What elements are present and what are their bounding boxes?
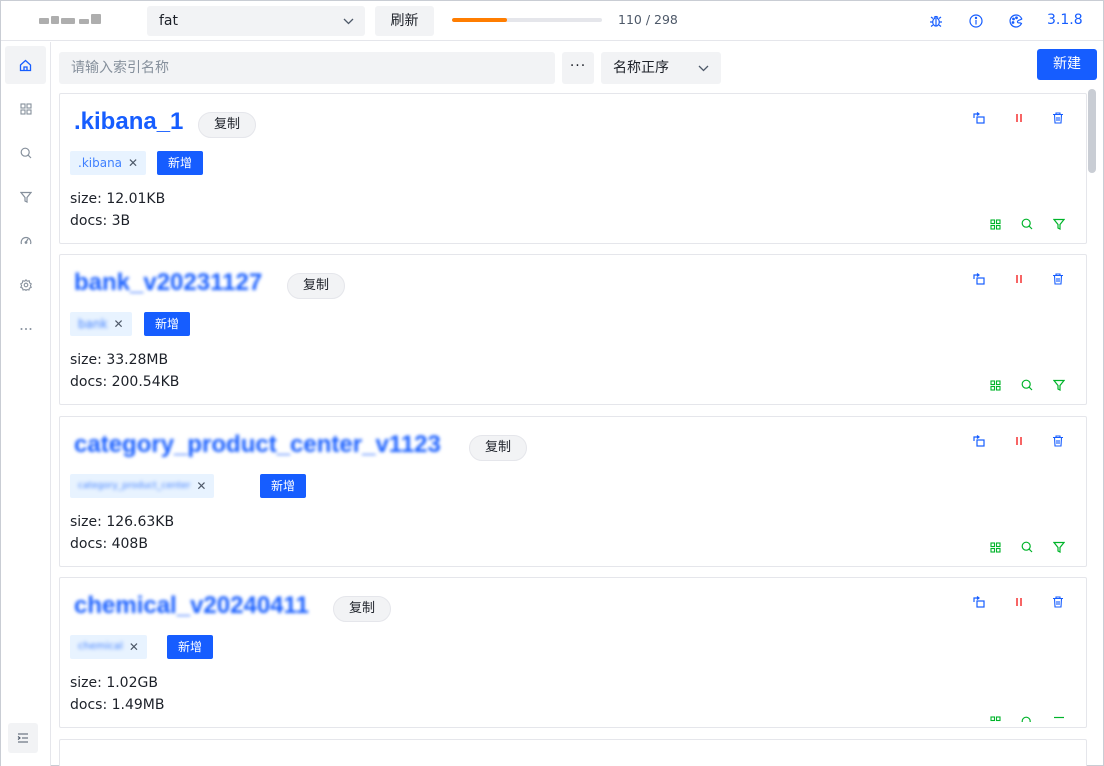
index-name[interactable]: chemical_v20240411: [74, 592, 309, 620]
app-version[interactable]: 3.1.8: [1047, 12, 1083, 28]
index-search-input[interactable]: [59, 52, 555, 84]
alias-tag: bank ✕: [70, 312, 132, 336]
close-icon[interactable]: ✕: [114, 312, 124, 336]
index-docs: docs: 3B: [70, 213, 131, 229]
alias-name: bank: [78, 317, 108, 331]
top-bar: fat 刷新 110 / 298 3.1.8: [1, 1, 1103, 41]
copy-button[interactable]: 复制: [287, 273, 346, 299]
index-docs: docs: 200.54KB: [70, 374, 180, 390]
rotate-icon[interactable]: [972, 595, 986, 609]
sidebar: [1, 42, 51, 766]
rotate-icon[interactable]: [972, 111, 986, 125]
alias-name: .kibana: [78, 156, 123, 170]
add-alias-button[interactable]: 新增: [157, 151, 204, 175]
search-icon[interactable]: [1020, 540, 1034, 554]
delete-icon[interactable]: [1051, 272, 1065, 286]
load-progress-bar: [452, 18, 602, 22]
filter-icon[interactable]: [1052, 716, 1066, 722]
settings-icon: [19, 279, 32, 291]
alias-name: chemical: [78, 641, 123, 652]
filter-icon[interactable]: [1052, 540, 1066, 554]
chevron-down-icon: [698, 52, 709, 84]
grid-icon[interactable]: [988, 540, 1002, 554]
sidebar-item-filter[interactable]: [5, 178, 46, 216]
bug-icon[interactable]: [927, 12, 945, 30]
new-index-button[interactable]: 新建: [1037, 49, 1097, 80]
index-list: .kibana_1 复制 .kibana ✕ 新增 size: 12.01KB …: [59, 93, 1087, 766]
index-card: bank_v20231127 复制 bank ✕ 新增 size: 33.28M…: [59, 254, 1087, 405]
delete-icon[interactable]: [1051, 595, 1065, 609]
pause-icon[interactable]: [1012, 595, 1026, 609]
grid-icon[interactable]: [988, 378, 1002, 392]
more-icon: [20, 328, 31, 330]
filter-icon[interactable]: [1052, 378, 1066, 392]
index-docs: docs: 408B: [70, 536, 148, 552]
alias-name: category_product_center: [78, 481, 191, 491]
rotate-icon[interactable]: [972, 272, 986, 286]
sidebar-collapse-button[interactable]: [8, 723, 38, 753]
search-icon[interactable]: [1020, 378, 1034, 392]
copy-button[interactable]: 复制: [469, 435, 528, 461]
search-icon[interactable]: [1020, 716, 1034, 722]
sidebar-item-more[interactable]: [5, 310, 46, 348]
sidebar-item-settings[interactable]: [5, 266, 46, 304]
index-size: size: 12.01KB: [70, 191, 166, 207]
menu-fold-icon: [17, 733, 28, 743]
sidebar-item-home[interactable]: [5, 46, 46, 84]
rotate-icon[interactable]: [972, 434, 986, 448]
refresh-button[interactable]: 刷新: [375, 6, 434, 36]
copy-button[interactable]: 复制: [333, 596, 392, 622]
index-card: .kibana_1 复制 .kibana ✕ 新增 size: 12.01KB …: [59, 93, 1087, 244]
pause-icon[interactable]: [1012, 272, 1026, 286]
index-size: size: 33.28MB: [70, 352, 169, 368]
scrollbar-thumb[interactable]: [1088, 89, 1096, 173]
grid-icon[interactable]: [988, 217, 1002, 231]
pause-icon[interactable]: [1012, 111, 1026, 125]
info-icon[interactable]: [967, 12, 985, 30]
alias-tag: chemical ✕: [70, 635, 147, 659]
palette-icon[interactable]: [1007, 12, 1025, 30]
add-alias-button[interactable]: 新增: [144, 312, 191, 336]
filter-icon: [19, 191, 32, 203]
close-icon[interactable]: ✕: [128, 151, 138, 175]
add-alias-button[interactable]: 新增: [260, 474, 307, 498]
sidebar-item-dashboard[interactable]: [5, 222, 46, 260]
sidebar-item-search[interactable]: [5, 134, 46, 172]
index-name[interactable]: category_product_center_v1123: [74, 431, 441, 459]
add-alias-button[interactable]: 新增: [167, 635, 214, 659]
pause-icon[interactable]: [1012, 434, 1026, 448]
index-docs: docs: 1.49MB: [70, 697, 165, 713]
index-card: category_product_center_v1123 复制 categor…: [59, 416, 1087, 567]
index-size: size: 126.63KB: [70, 514, 175, 530]
chevron-down-icon: [341, 6, 355, 36]
index-card: chemical_v20240411 复制 chemical ✕ 新增 size…: [59, 577, 1087, 728]
copy-button[interactable]: 复制: [198, 112, 257, 138]
dashboard-icon: [20, 237, 31, 245]
delete-icon[interactable]: [1051, 434, 1065, 448]
grid-icon[interactable]: [988, 716, 1002, 722]
more-options-button[interactable]: ···: [562, 52, 594, 84]
environment-select[interactable]: fat: [147, 6, 365, 36]
sidebar-item-indices[interactable]: [5, 90, 46, 128]
index-card: [59, 739, 1087, 766]
close-icon[interactable]: ✕: [196, 474, 206, 498]
index-name[interactable]: .kibana_1: [74, 108, 183, 136]
index-size: size: 1.02GB: [70, 675, 158, 691]
app-logo: [39, 13, 103, 27]
alias-tag: .kibana ✕: [70, 151, 147, 175]
search-icon: [20, 147, 31, 159]
alias-tag: category_product_center ✕: [70, 474, 215, 498]
close-icon[interactable]: ✕: [129, 635, 139, 659]
sort-select[interactable]: 名称正序: [601, 52, 721, 84]
load-progress-fill: [452, 18, 508, 22]
grid-icon: [19, 103, 32, 115]
filter-icon[interactable]: [1052, 217, 1066, 231]
search-icon[interactable]: [1020, 217, 1034, 231]
delete-icon[interactable]: [1051, 111, 1065, 125]
environment-value: fat: [159, 13, 178, 29]
index-name[interactable]: bank_v20231127: [74, 269, 262, 297]
home-icon: [19, 59, 32, 71]
load-progress-text: 110 / 298: [618, 12, 678, 27]
sort-value: 名称正序: [613, 60, 669, 76]
